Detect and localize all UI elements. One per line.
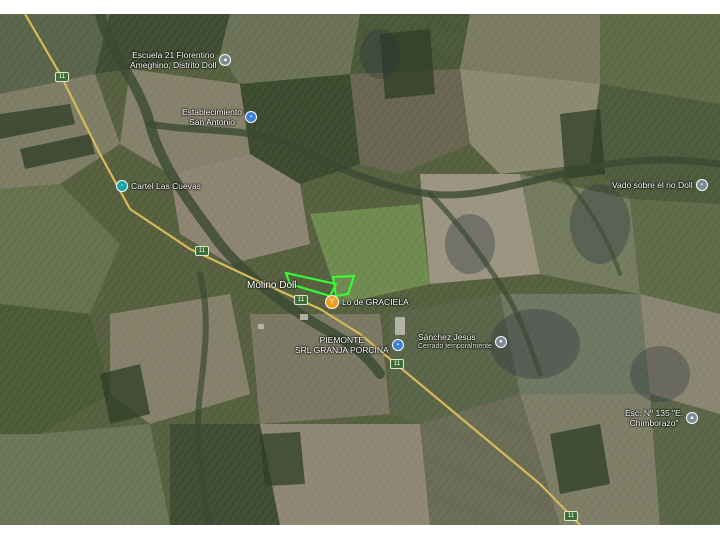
food-icon: Y — [325, 295, 339, 309]
poi-cartel-las-cuevas[interactable]: ▫ Cartel Las Cuevas — [116, 180, 201, 192]
satellite-imagery[interactable] — [0, 14, 720, 525]
field-patches — [0, 14, 720, 525]
poi-status: Cerrado temporalmente — [418, 343, 492, 350]
landmark-icon: ▫ — [116, 180, 128, 192]
poi-label: Cartel Las Cuevas — [131, 181, 201, 191]
satellite-map[interactable]: 11 11 11 11 11 Molino Doll Escuela 21 Fl… — [0, 14, 720, 525]
route-shield: 11 — [55, 72, 69, 82]
poi-label: Escuela 21 Florentino — [132, 50, 215, 60]
landmark-icon: ▪ — [695, 179, 708, 191]
route-shield: 11 — [564, 511, 578, 521]
poi-label: San Antonio — [189, 117, 235, 127]
poi-escuela-21[interactable]: Escuela 21 Florentino Ameghino, Distrito… — [130, 50, 232, 70]
route-shield: 11 — [390, 359, 404, 369]
poi-vado-rio-doll[interactable]: Vado sobre el rio Doll ▪ — [612, 179, 708, 191]
poi-label: Esc. Nº 135 "E. — [625, 408, 684, 418]
poi-label: Chimborazo" — [629, 418, 679, 428]
route-shield: 11 — [195, 246, 209, 256]
school-icon: ▲ — [219, 54, 232, 66]
poi-label: Ameghino, Distrito Doll — [130, 60, 217, 70]
poi-esc-135[interactable]: Esc. Nº 135 "E. Chimborazo" ▲ — [625, 408, 699, 428]
poi-label: PIEMONTE — [319, 335, 365, 345]
poi-label: Sánchez Jesús — [418, 332, 476, 342]
building-icon: ▪ — [391, 339, 404, 351]
poi-sanchez-jesus[interactable]: Sánchez Jesús Cerrado temporalmente ● — [418, 332, 507, 352]
poi-label: Establecimiento — [182, 107, 243, 117]
school-icon: ▲ — [686, 412, 699, 424]
poi-label: Lo de GRACIELA — [342, 297, 409, 307]
poi-label: Vado sobre el rio Doll — [612, 180, 693, 190]
poi-label: SRL GRANJA PORCINA — [295, 345, 389, 355]
poi-lo-de-graciela[interactable]: Y Lo de GRACIELA — [325, 295, 409, 309]
poi-establecimiento[interactable]: Establecimiento San Antonio ▪ — [182, 107, 258, 127]
place-label-molino-doll: Molino Doll — [247, 280, 297, 291]
building-icon: ▪ — [245, 111, 258, 123]
place-icon: ● — [494, 336, 507, 348]
poi-piemonte[interactable]: PIEMONTE SRL GRANJA PORCINA ▪ — [295, 335, 404, 355]
route-shield: 11 — [294, 295, 308, 305]
